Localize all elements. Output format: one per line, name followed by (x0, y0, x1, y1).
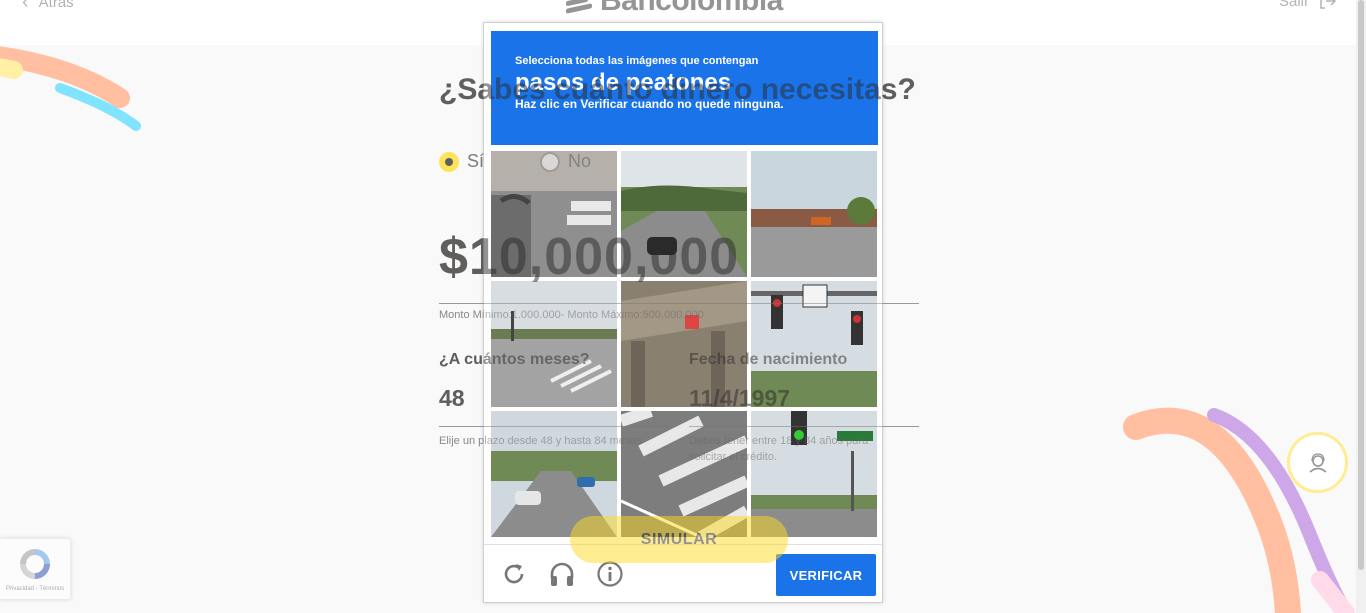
captcha-toolbar (500, 560, 624, 588)
captcha-instruction-line3: Haz clic en Verificar cuando no quede ni… (515, 97, 784, 111)
captcha-instructions: Selecciona todas las imágenes que conten… (491, 31, 878, 145)
tile-image (491, 281, 617, 407)
captcha-tile[interactable] (491, 151, 617, 277)
captcha-tile[interactable] (621, 281, 747, 407)
captcha-target: pasos de peatones (515, 69, 732, 96)
captcha-tile-grid (491, 151, 878, 538)
captcha-tile[interactable] (751, 151, 877, 277)
tile-image (751, 411, 877, 537)
audio-challenge-button[interactable] (548, 560, 576, 588)
tile-image (621, 281, 747, 407)
captcha-tile[interactable] (751, 281, 877, 407)
tile-image (491, 151, 617, 277)
captcha-tile[interactable] (491, 281, 617, 407)
tile-image (491, 411, 617, 537)
page-scrollbar[interactable] (1356, 0, 1366, 613)
tile-image (751, 281, 877, 407)
help-button[interactable] (596, 560, 624, 588)
verify-button[interactable]: VERIFICAR (776, 554, 876, 596)
tile-image (751, 151, 877, 277)
captcha-tile[interactable] (751, 411, 877, 537)
reload-challenge-button[interactable] (500, 560, 528, 588)
info-icon (597, 561, 623, 587)
captcha-instruction-line1: Selecciona todas las imágenes que conten… (515, 55, 759, 67)
captcha-divider (484, 544, 882, 545)
reload-icon (504, 564, 524, 584)
captcha-tile[interactable] (621, 151, 747, 277)
captcha-tile[interactable] (621, 411, 747, 537)
tile-image (621, 151, 747, 277)
captcha-tile[interactable] (491, 411, 617, 537)
captcha-challenge: Selecciona todas las imágenes que conten… (483, 22, 883, 603)
headphones-icon (550, 562, 574, 586)
scrollbar-thumb[interactable] (1358, 0, 1364, 570)
tile-image (621, 411, 747, 537)
